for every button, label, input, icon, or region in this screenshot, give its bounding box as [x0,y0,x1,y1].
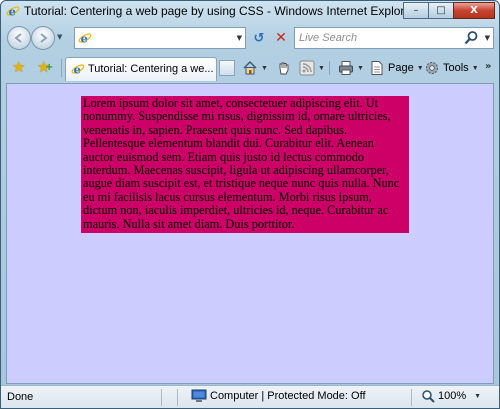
search-icon[interactable] [463,30,479,46]
search-box: ▼ [294,27,494,49]
forward-button[interactable] [31,26,55,50]
separator [329,61,330,75]
gear-icon [426,62,438,74]
page-content: Lorem ipsum dolor sit amet, consectetuer… [6,83,494,384]
tab-tutorial[interactable]: e Tutorial: Centering a we... [65,57,217,81]
caption-buttons: – □ X [403,2,495,19]
add-favorites-icon[interactable]: ★ + [37,58,53,76]
chevron-down-icon: ▼ [318,64,325,72]
hand-icon [279,62,289,75]
tab-label: Tutorial: Centering a we... [88,63,214,75]
stop-icon: ✕ [275,30,287,46]
page-menu-label: Page [388,62,414,74]
title-bar[interactable]: e Tutorial: Centering a web page by usin… [1,1,499,21]
computer-icon [191,389,207,402]
centered-text-box: Lorem ipsum dolor sit amet, consectetuer… [81,96,409,234]
status-divider [411,389,412,406]
printer-icon [339,61,353,75]
tab-bar: ★ ★ + e Tutorial: Centering a we... ▼ ▼ … [1,55,499,81]
status-divider [161,389,162,406]
minimize-icon: – [413,5,419,16]
chevron-down-icon: ▼ [261,64,268,72]
zoom-control[interactable]: 100% ▼ [421,389,481,403]
recent-pages-dropdown[interactable]: ▼ [57,33,62,41]
back-button[interactable] [7,26,31,50]
rss-feed-icon [299,60,315,76]
tools-menu-label: Tools [443,62,469,74]
refresh-button[interactable]: ↺ [249,28,269,48]
status-bar: Done Computer | Protected Mode: Off 100%… [1,385,499,408]
search-input[interactable] [299,30,449,46]
svg-text:e: e [74,62,81,76]
status-text: Done [7,391,34,403]
new-tab-button[interactable] [219,60,235,76]
forward-arrow-icon [40,33,48,43]
more-commands-icon[interactable]: » [485,61,491,72]
back-arrow-icon [14,33,22,43]
refresh-icon: ↺ [253,30,265,46]
tools-menu[interactable]: Tools ▼ [424,59,479,77]
window-title: Tutorial: Centering a web page by using … [24,4,416,18]
separator [61,59,62,77]
chevron-down-icon: ▼ [357,64,364,72]
pan-button[interactable] [276,59,292,77]
status-divider [177,389,178,406]
zone-label: Computer | Protected Mode: Off [210,390,366,402]
page-icon [371,61,383,75]
page-menu[interactable]: Page ▼ [369,59,424,77]
address-dropdown[interactable]: ▼ [237,34,242,42]
svg-text:e: e [9,4,16,18]
address-input[interactable] [95,30,225,46]
chevron-down-icon: ▼ [416,64,424,72]
print-button[interactable]: ▼ [338,59,364,77]
chevron-down-icon: ▼ [471,64,479,72]
favorites-center-icon[interactable]: ★ [12,58,25,76]
browser-window: e Tutorial: Centering a web page by usin… [0,0,500,409]
svg-text:e: e [81,31,88,45]
close-button[interactable]: X [453,2,495,19]
chevron-down-icon: ▼ [474,392,482,400]
ie-logo-icon: e [6,4,20,18]
security-zone[interactable]: Computer | Protected Mode: Off [191,389,366,403]
tab-page-icon: e [71,62,85,76]
search-options-dropdown[interactable]: ▼ [485,34,490,42]
home-icon [243,60,257,75]
close-icon: X [470,5,478,16]
magnifier-icon [422,390,435,403]
maximize-button[interactable]: □ [428,2,454,19]
minimize-button[interactable]: – [403,2,429,19]
zoom-level: 100% [438,390,467,402]
maximize-icon: □ [436,5,446,16]
page-icon: e [78,31,92,45]
address-bar: e ▼ [74,27,246,49]
navigation-bar: ▼ e ▼ ↺ ✕ ▼ [1,23,499,53]
feeds-button[interactable]: ▼ [299,59,325,77]
stop-button[interactable]: ✕ [271,28,291,48]
home-button[interactable]: ▼ [242,59,268,77]
